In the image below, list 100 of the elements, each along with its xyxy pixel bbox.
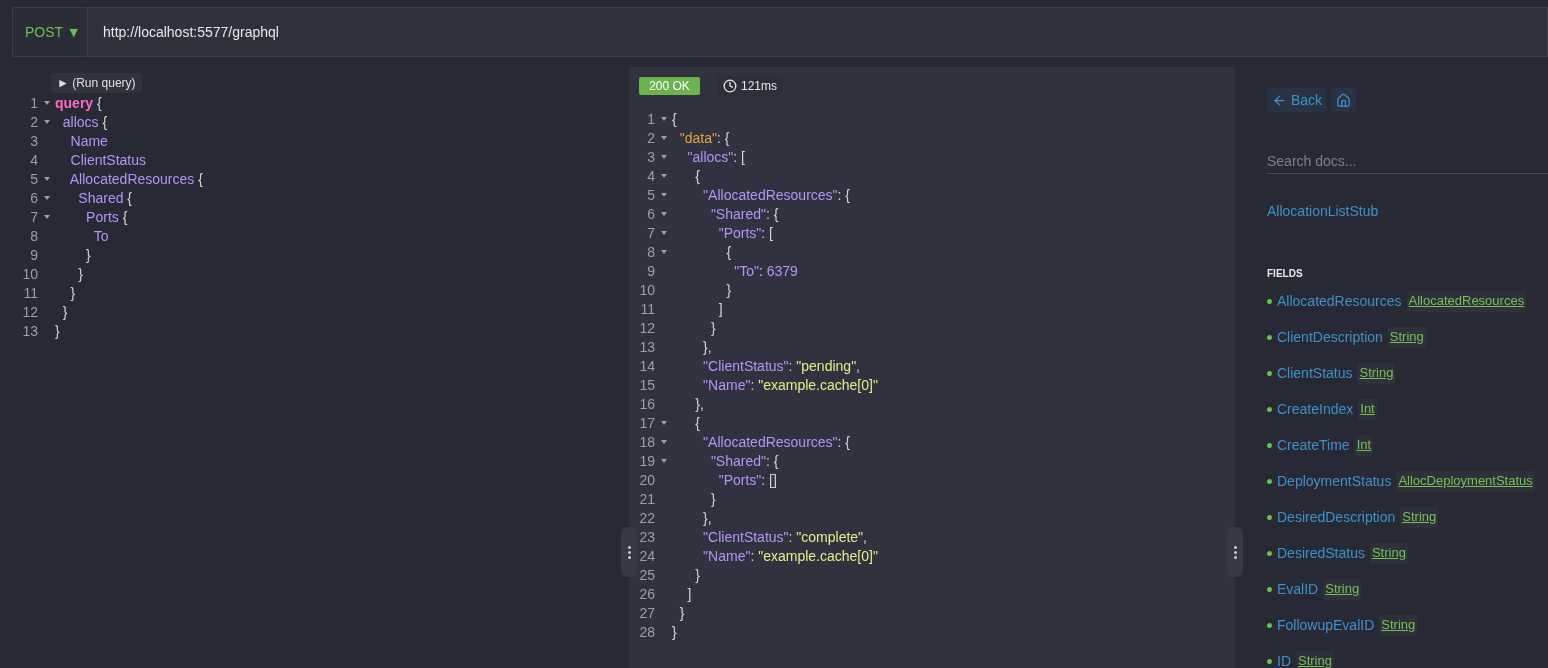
field-name[interactable]: ClientDescription	[1277, 326, 1383, 348]
line-number: 8	[29, 227, 38, 246]
fold-icon[interactable]	[43, 177, 50, 182]
field-type-link[interactable]: AllocatedResources	[1406, 290, 1527, 312]
field-name[interactable]: CreateIndex	[1277, 398, 1354, 420]
line-number: 10	[638, 281, 655, 300]
fold-icon[interactable]	[660, 440, 667, 445]
code-line: "allocs": [	[686, 148, 745, 167]
field-name[interactable]: CreateTime	[1277, 434, 1350, 456]
line-number: 12	[638, 319, 655, 338]
line-number: 11	[22, 284, 38, 303]
field-type-link[interactable]: AllocDeploymentStatus	[1396, 470, 1535, 492]
line-number: 16	[638, 395, 655, 414]
line-number: 9	[29, 246, 38, 265]
field-name[interactable]: AllocatedResources	[1277, 290, 1402, 312]
line-number: 22	[638, 509, 655, 528]
code-line: }	[725, 281, 732, 300]
url-field[interactable]: http://localhost:5577/graphql	[88, 7, 1548, 57]
code-line: },	[702, 338, 712, 357]
line-number: 10	[21, 265, 38, 284]
home-button[interactable]	[1331, 88, 1357, 112]
line-number: 7	[29, 208, 38, 227]
code-line: "AllocatedResources": {	[702, 186, 851, 205]
field-type-link[interactable]: String	[1357, 362, 1396, 384]
resize-handle[interactable]	[1227, 527, 1243, 577]
code-line: "Ports": [	[717, 224, 773, 243]
fold-icon[interactable]	[43, 120, 50, 125]
code-line: }	[694, 566, 700, 585]
line-number: 5	[646, 186, 655, 205]
code-line: {	[672, 110, 677, 129]
line-number: 23	[638, 528, 655, 547]
code-line: }	[55, 322, 60, 341]
field-type-link[interactable]: String	[1400, 506, 1439, 528]
line-number: 8	[646, 243, 655, 262]
back-button[interactable]: Back	[1267, 88, 1328, 112]
method-dropdown[interactable]: POST ▼	[12, 7, 88, 57]
bullet-icon	[1267, 478, 1272, 484]
fold-icon[interactable]	[660, 136, 667, 141]
bullet-icon	[1267, 406, 1272, 412]
code-line: "ClientStatus": "pending",	[702, 357, 860, 376]
line-number: 24	[638, 547, 655, 566]
bullet-icon	[1267, 514, 1272, 520]
line-number: 6	[646, 205, 655, 224]
code-line: "Name": "example.cache[0]"	[702, 376, 878, 395]
line-number: 2	[646, 129, 655, 148]
bullet-icon	[1267, 370, 1272, 376]
fold-icon[interactable]	[43, 101, 50, 106]
line-number: 4	[29, 151, 38, 170]
line-number: 3	[646, 148, 655, 167]
fold-icon[interactable]	[660, 193, 667, 198]
code-line: query {	[55, 94, 102, 113]
type-title[interactable]: AllocationListStub	[1267, 203, 1379, 219]
field-name[interactable]: DeploymentStatus	[1277, 470, 1392, 492]
code-line: "Name": "example.cache[0]"	[702, 547, 878, 566]
code-line: Name	[69, 132, 108, 151]
code-line: ]	[717, 300, 723, 319]
run-query-button[interactable]: ► (Run query)	[51, 73, 142, 93]
field-name[interactable]: FollowupEvalID	[1277, 614, 1375, 636]
line-number: 15	[638, 376, 655, 395]
fold-icon[interactable]	[660, 250, 667, 255]
code-line: "Shared": {	[709, 205, 779, 224]
fold-icon[interactable]	[660, 421, 667, 426]
code-line: ClientStatus	[69, 151, 147, 170]
line-number: 1	[646, 110, 655, 129]
line-number: 12	[21, 303, 38, 322]
fold-icon[interactable]	[43, 215, 50, 220]
field-type-link[interactable]: String	[1387, 326, 1426, 348]
line-number: 28	[638, 623, 655, 642]
field-name[interactable]: DesiredStatus	[1277, 542, 1365, 564]
code-line: },	[702, 509, 712, 528]
fold-icon[interactable]	[43, 196, 50, 201]
fold-icon[interactable]	[660, 459, 667, 464]
field-type-link[interactable]: String	[1296, 650, 1334, 668]
fold-icon[interactable]	[660, 212, 667, 217]
fold-icon[interactable]	[660, 155, 667, 160]
fold-icon[interactable]	[660, 117, 667, 122]
field-type-link[interactable]: Int	[1354, 434, 1374, 456]
field-name[interactable]: ClientStatus	[1277, 362, 1353, 384]
fold-icon[interactable]	[660, 231, 667, 236]
field-type-link[interactable]: String	[1379, 614, 1418, 636]
field-name[interactable]: ID	[1277, 650, 1291, 668]
line-number: 20	[638, 471, 655, 490]
field-type-link[interactable]: String	[1369, 542, 1408, 564]
fold-icon[interactable]	[660, 174, 667, 179]
bullet-icon	[1267, 586, 1272, 592]
field-type-link[interactable]: Int	[1358, 398, 1377, 420]
code-line: AllocatedResources {	[68, 170, 203, 189]
line-number: 7	[646, 224, 655, 243]
line-number: 27	[638, 604, 655, 623]
field-type-link[interactable]: String	[1323, 578, 1362, 600]
field-name[interactable]: EvalID	[1277, 578, 1319, 600]
search-field[interactable]: Search docs...	[1267, 148, 1548, 174]
line-number: 4	[646, 167, 655, 186]
line-number: 17	[638, 414, 655, 433]
field-name[interactable]: DesiredDescription	[1277, 506, 1396, 528]
line-number: 21	[638, 490, 655, 509]
line-number: 25	[638, 566, 655, 585]
line-number: 6	[29, 189, 38, 208]
code-line: }	[77, 265, 83, 284]
resize-handle[interactable]	[621, 527, 637, 577]
